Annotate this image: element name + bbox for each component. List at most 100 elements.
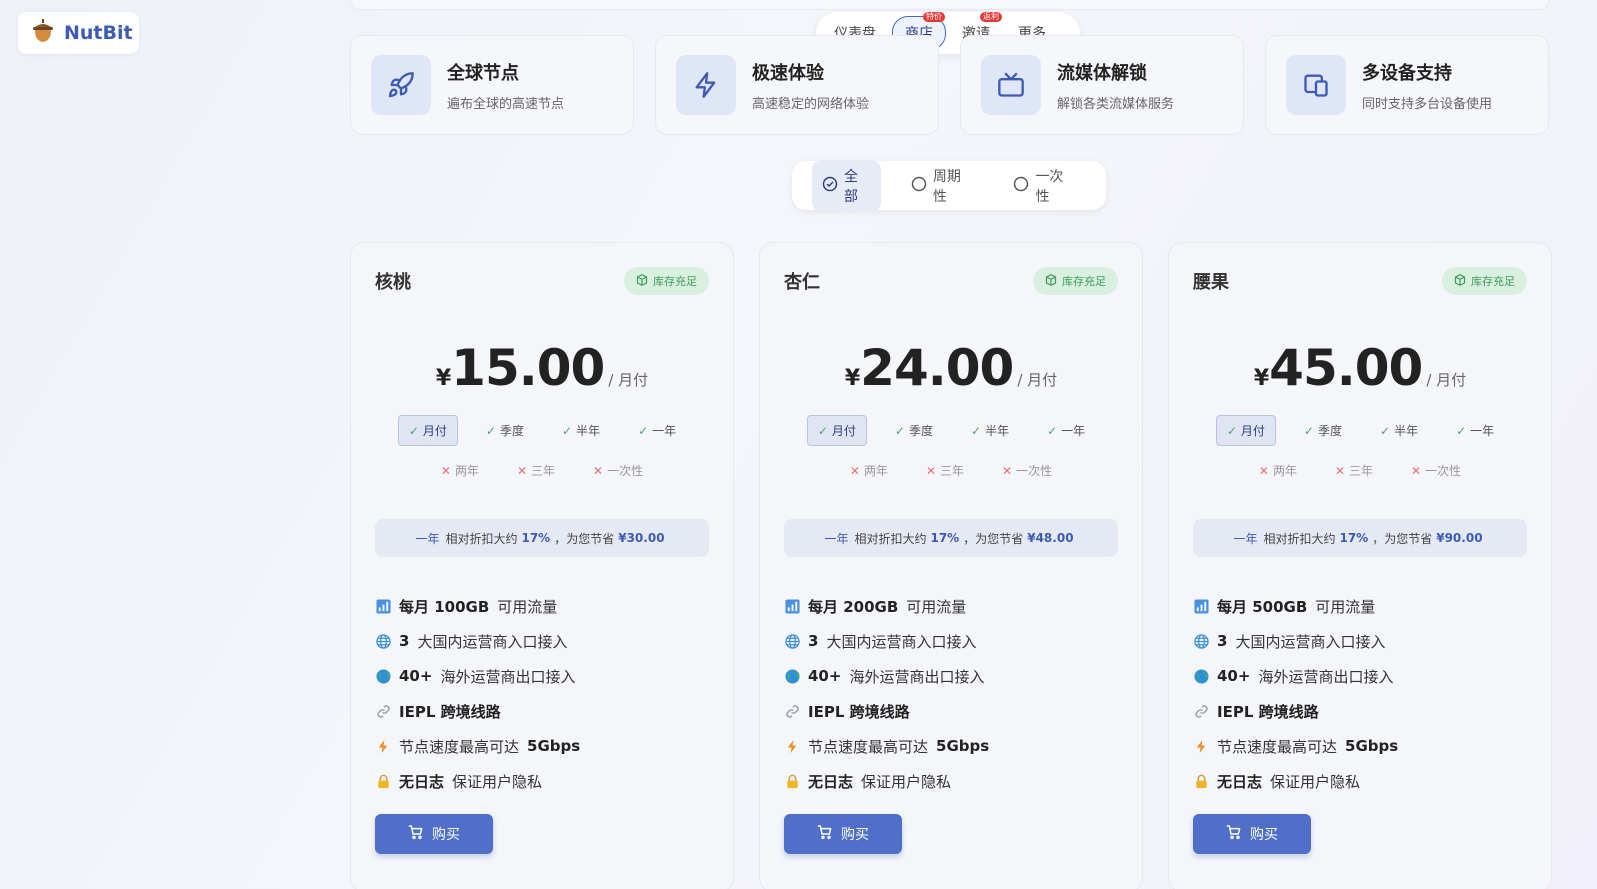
cycle-label: 两年 xyxy=(1272,464,1297,478)
cycle-option[interactable]: ✓ 季度 xyxy=(1294,415,1352,446)
feature-text: 节点速度最高可达 xyxy=(808,737,929,756)
cycle-label: 半年 xyxy=(576,424,601,438)
cycle-option[interactable]: ✓ 月付 xyxy=(806,415,867,446)
filter-all[interactable]: 全部 xyxy=(812,159,881,212)
devices-icon xyxy=(1286,55,1346,115)
plan-feature: IEPL 跨境线路 xyxy=(1193,702,1527,721)
feature-bold-tail: 5Gbps xyxy=(527,737,581,755)
plan-name: 腰果 xyxy=(1193,272,1229,293)
discount-note: 一年 相对折扣大约 17% ，为您节省 ¥30.00 xyxy=(375,519,709,557)
discount-note: 一年 相对折扣大约 17% ，为您节省 ¥90.00 xyxy=(1193,519,1527,557)
brand-name: NutBit xyxy=(64,22,133,44)
plan-feature: IEPL 跨境线路 xyxy=(375,702,709,721)
plan-feature: 节点速度最高可达 5Gbps xyxy=(1193,737,1527,756)
billing-cycles: ✓ 月付 ✓ 季度 ✓ 半年 ✓ 一年 ✕ 两年 ✕ 三年 ✕ 一次性 xyxy=(1193,415,1527,485)
cycle-option[interactable]: ✓ 一年 xyxy=(628,415,686,446)
cross-icon: ✕ xyxy=(925,463,937,478)
feature-desc: 解锁各类流媒体服务 xyxy=(1057,96,1175,112)
cycle-label: 三年 xyxy=(940,464,965,478)
cross-icon: ✕ xyxy=(1002,463,1013,478)
cycle-label: 季度 xyxy=(1317,424,1342,438)
price-period: / 月付 xyxy=(1426,371,1467,389)
check-icon: ✓ xyxy=(1226,423,1237,438)
filter-onetime[interactable]: 一次性 xyxy=(1003,160,1086,212)
feature-text: 可用流量 xyxy=(906,597,967,616)
cycle-label: 月付 xyxy=(422,424,447,438)
check-circle-icon xyxy=(822,176,838,196)
plan-feature-list: 每月 100GB 可用流量 3 大国内运营商入口接入 40+ 海外运营商出口接入 IEPL … xyxy=(375,597,709,791)
cycle-label: 一年 xyxy=(1061,424,1086,438)
feature-bold: 无日志 xyxy=(808,772,854,791)
buy-label: 购买 xyxy=(1250,827,1278,843)
link-icon xyxy=(1193,703,1209,719)
feature-bold: 40+ xyxy=(808,667,842,685)
currency-symbol: ¥ xyxy=(844,366,861,391)
buy-button[interactable]: 购买 xyxy=(1193,814,1311,854)
cycle-option-unavailable: ✕ 两年 xyxy=(431,456,489,485)
cycle-label: 一年 xyxy=(652,424,677,438)
link-icon xyxy=(784,703,800,719)
stock-badge: 库存充足 xyxy=(1033,267,1118,295)
stock-label: 库存充足 xyxy=(1062,275,1106,288)
price: ¥ 24.00 / 月付 xyxy=(784,339,1118,399)
check-icon: ✓ xyxy=(1380,423,1391,438)
feature-text: 保证用户隐私 xyxy=(452,772,543,791)
lock-icon xyxy=(784,773,800,789)
cycle-option-unavailable: ✕ 一次性 xyxy=(992,456,1062,485)
cart-icon xyxy=(1226,824,1242,844)
earth-icon xyxy=(1193,668,1209,684)
globe-network-icon xyxy=(1193,633,1209,649)
price-period: / 月付 xyxy=(1017,371,1058,389)
stock-badge: 库存充足 xyxy=(624,267,709,295)
check-icon: ✓ xyxy=(1047,423,1058,438)
cycle-option[interactable]: ✓ 季度 xyxy=(885,415,943,446)
discount-text2: ，为您节省 xyxy=(1372,531,1433,546)
buy-button[interactable]: 购买 xyxy=(375,814,493,854)
tv-icon xyxy=(981,55,1041,115)
stock-label: 库存充足 xyxy=(653,275,697,288)
price-amount: 24.00 xyxy=(860,339,1014,397)
acorn-icon xyxy=(32,19,54,47)
discount-amount: ¥48.00 xyxy=(1027,531,1074,545)
plan-cards: 核桃 库存充足 ¥ 15.00 / 月付 ✓ 月付 ✓ 季度 ✓ 半年 ✓ 一年 ✕ 两年 ✕ 三年… xyxy=(350,242,1552,889)
brand-logo[interactable]: NutBit xyxy=(18,12,139,54)
buy-button[interactable]: 购买 xyxy=(784,814,902,854)
cycle-label: 三年 xyxy=(1349,464,1374,478)
cycle-option[interactable]: ✓ 月付 xyxy=(397,415,458,446)
plan-feature: IEPL 跨境线路 xyxy=(784,702,1118,721)
cycle-option-unavailable: ✕ 一次性 xyxy=(1401,456,1471,485)
feature-bold: 3 xyxy=(399,632,410,650)
globe-network-icon xyxy=(375,633,391,649)
cross-icon: ✕ xyxy=(516,463,528,478)
cycle-option[interactable]: ✓ 月付 xyxy=(1215,415,1276,446)
cycle-label: 一次性 xyxy=(1425,464,1462,478)
cycle-label: 两年 xyxy=(863,464,888,478)
cycle-option[interactable]: ✓ 季度 xyxy=(476,415,534,446)
cycle-label: 一年 xyxy=(1470,424,1495,438)
cycle-label: 月付 xyxy=(1240,424,1265,438)
feature-title: 全球节点 xyxy=(447,62,519,84)
plan-feature: 节点速度最高可达 5Gbps xyxy=(784,737,1118,756)
currency-symbol: ¥ xyxy=(1253,366,1270,391)
cycle-option[interactable]: ✓ 一年 xyxy=(1446,415,1504,446)
check-icon: ✓ xyxy=(485,423,496,438)
discount-text2: ，为您节省 xyxy=(554,531,615,546)
cycle-option[interactable]: ✓ 半年 xyxy=(1370,415,1428,446)
cycle-label: 一次性 xyxy=(1016,464,1053,478)
filter-recurring[interactable]: 周期性 xyxy=(901,160,984,212)
cycle-option[interactable]: ✓ 半年 xyxy=(552,415,610,446)
filter-onetime-label: 一次性 xyxy=(1035,168,1064,205)
feature-bold: IEPL 跨境线路 xyxy=(1217,702,1319,721)
cycle-option[interactable]: ✓ 半年 xyxy=(961,415,1019,446)
discount-cycle: 一年 xyxy=(824,531,849,546)
feature-bold: 每月 200GB xyxy=(808,597,899,616)
feature-card: 极速体验 高速稳定的网络体验 xyxy=(655,35,939,135)
check-icon: ✓ xyxy=(1303,423,1314,438)
cycle-label: 一次性 xyxy=(607,464,644,478)
rocket-icon xyxy=(371,55,431,115)
feature-cards: 全球节点 遍布全球的高速节点 极速体验 高速稳定的网络体验 流媒体解锁 解锁各类… xyxy=(350,35,1549,135)
stock-badge: 库存充足 xyxy=(1442,267,1527,295)
plan-feature: 每月 200GB 可用流量 xyxy=(784,597,1118,616)
cycle-option[interactable]: ✓ 一年 xyxy=(1037,415,1095,446)
cycle-label: 半年 xyxy=(985,424,1010,438)
